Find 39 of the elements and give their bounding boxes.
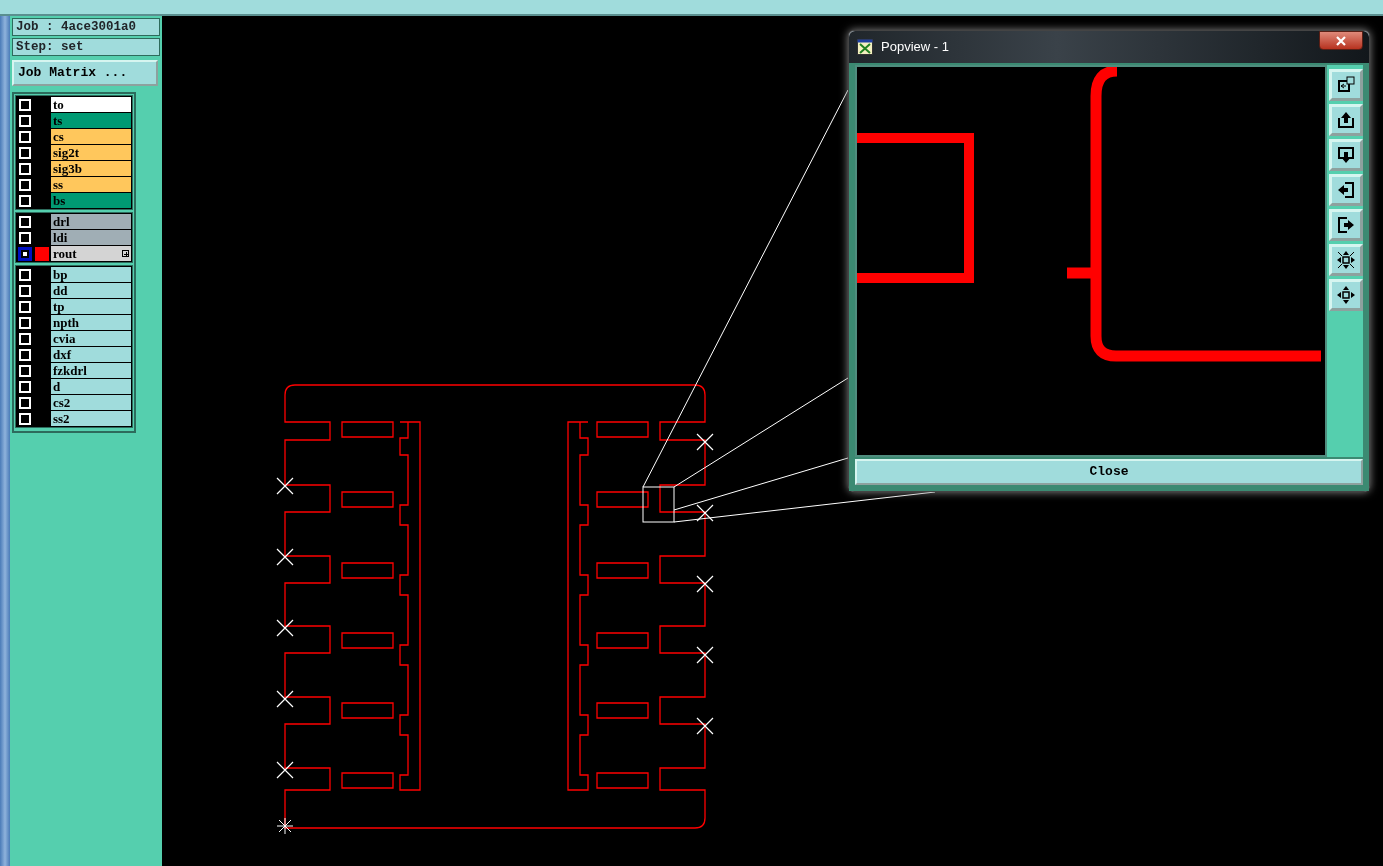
layer-name[interactable]: npth xyxy=(51,315,131,330)
window-title: Popview - 1 xyxy=(881,38,949,57)
layer-name[interactable]: tp xyxy=(51,299,131,314)
job-label: Job : 4ace3001a0 xyxy=(12,18,160,36)
layer-name[interactable]: d xyxy=(51,379,131,394)
close-button[interactable] xyxy=(1319,31,1363,50)
layer-name[interactable]: bs xyxy=(51,193,131,208)
layer-name[interactable]: cs xyxy=(51,129,131,144)
expand-icon[interactable] xyxy=(122,250,129,257)
layer-name[interactable]: to xyxy=(51,97,131,112)
layer-name[interactable]: rout xyxy=(51,246,131,261)
layer-name[interactable]: sig3b xyxy=(51,161,131,176)
job-matrix-button[interactable]: Job Matrix ... xyxy=(12,60,158,86)
restore-view-icon[interactable] xyxy=(1329,69,1363,101)
layer-name[interactable]: dxf xyxy=(51,347,131,362)
layer-name[interactable]: dd xyxy=(51,283,131,298)
layer-name[interactable]: bp xyxy=(51,267,131,282)
pan-down-icon[interactable] xyxy=(1329,139,1363,171)
close-icon xyxy=(1335,35,1347,46)
layer-name[interactable]: ss xyxy=(51,177,131,192)
zoom-area-frame xyxy=(642,486,675,523)
window-icon xyxy=(857,39,873,55)
layer-name[interactable]: cs2 xyxy=(51,395,131,410)
display-swatch[interactable] xyxy=(35,246,49,261)
pan-up-icon[interactable] xyxy=(1329,104,1363,136)
layer-name[interactable]: ss2 xyxy=(51,411,131,426)
zoom-in-icon[interactable] xyxy=(1329,279,1363,311)
zoom-out-icon[interactable] xyxy=(1329,244,1363,276)
close-button[interactable]: Close xyxy=(855,459,1363,485)
layer-name[interactable]: ldi xyxy=(51,230,131,245)
step-label: Step: set xyxy=(12,38,160,56)
layer-name[interactable]: ts xyxy=(51,113,131,128)
layer-name[interactable]: drl xyxy=(51,214,131,229)
pan-left-icon[interactable] xyxy=(1329,174,1363,206)
layer-name[interactable]: fzkdrl xyxy=(51,363,131,378)
layer-name[interactable]: cvia xyxy=(51,331,131,346)
layer-checkbox[interactable] xyxy=(19,247,31,260)
layer-name[interactable]: sig2t xyxy=(51,145,131,160)
pan-right-icon[interactable] xyxy=(1329,209,1363,241)
